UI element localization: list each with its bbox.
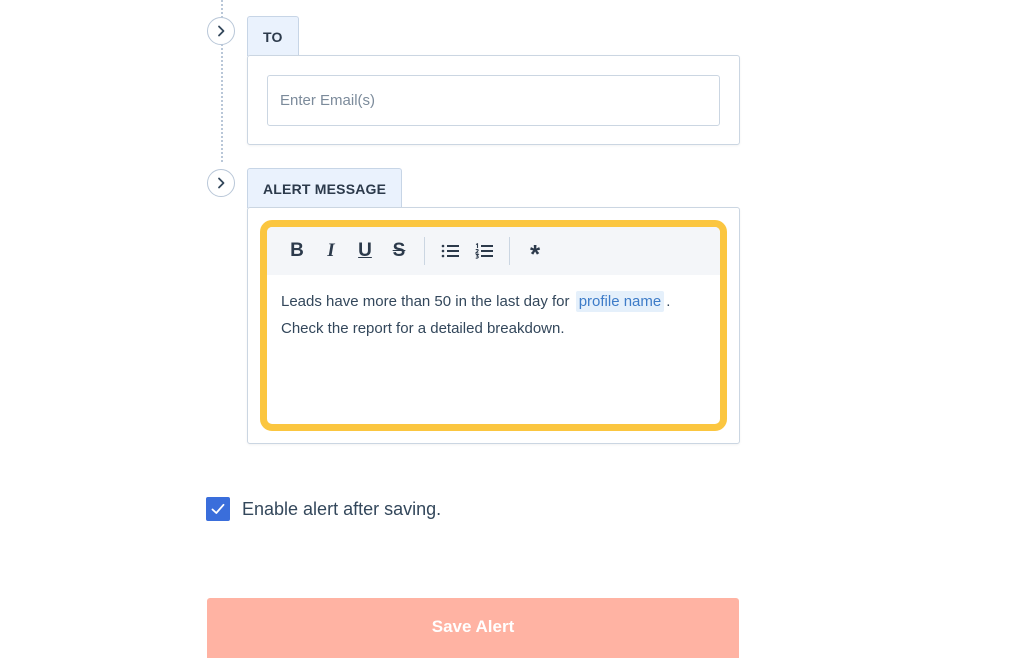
personalization-token[interactable]: profile name [575, 291, 665, 312]
alert-form: TO ALERT MESSAGE B I U S [0, 0, 1024, 658]
toolbar-divider [509, 237, 510, 265]
email-input[interactable] [267, 75, 720, 126]
bulleted-list-button[interactable] [433, 234, 467, 268]
editor-content[interactable]: Leads have more than 50 in the last day … [267, 275, 720, 355]
rich-text-editor: B I U S * Leads have more than 50 in the… [260, 220, 727, 431]
to-panel [247, 55, 740, 145]
asterisk-icon: * [529, 238, 541, 269]
checkmark-icon [211, 503, 225, 514]
underline-button[interactable]: U [348, 234, 382, 268]
tab-to-label: TO [263, 28, 283, 45]
enable-alert-checkbox[interactable] [206, 497, 230, 521]
personalize-button[interactable]: * [518, 234, 552, 269]
chevron-right-icon [218, 177, 225, 189]
tab-to: TO [247, 16, 299, 56]
bulleted-list-icon [441, 244, 459, 258]
strikethrough-icon: S [392, 240, 406, 261]
toolbar-divider [424, 237, 425, 265]
enable-alert-option[interactable]: Enable alert after saving. [206, 497, 441, 521]
chevron-right-icon [218, 25, 225, 37]
numbered-list-icon [475, 243, 493, 259]
message-punctuation: . [666, 293, 671, 310]
tab-alert-message-label: ALERT MESSAGE [263, 180, 387, 197]
alert-message-panel: B I U S * Leads have more than 50 in the… [247, 207, 740, 444]
enable-alert-label: Enable alert after saving. [242, 498, 442, 519]
bold-icon: B [290, 240, 304, 261]
italic-icon: I [327, 240, 335, 261]
message-line-2: Check the report for a detailed breakdow… [281, 320, 565, 337]
strikethrough-button[interactable]: S [382, 234, 416, 268]
message-step-expand-toggle[interactable] [207, 169, 235, 197]
underline-icon: U [358, 240, 372, 261]
message-line-1: Leads have more than 50 in the last day … [281, 288, 706, 315]
message-text: Leads have more than 50 in the last day … [281, 293, 570, 310]
to-step-expand-toggle[interactable] [207, 17, 235, 45]
numbered-list-button[interactable] [467, 234, 501, 268]
save-alert-button[interactable]: Save Alert [207, 598, 739, 658]
editor-toolbar: B I U S * [267, 227, 720, 275]
italic-button[interactable]: I [314, 234, 348, 268]
tab-alert-message: ALERT MESSAGE [247, 168, 403, 208]
bold-button[interactable]: B [280, 234, 314, 268]
